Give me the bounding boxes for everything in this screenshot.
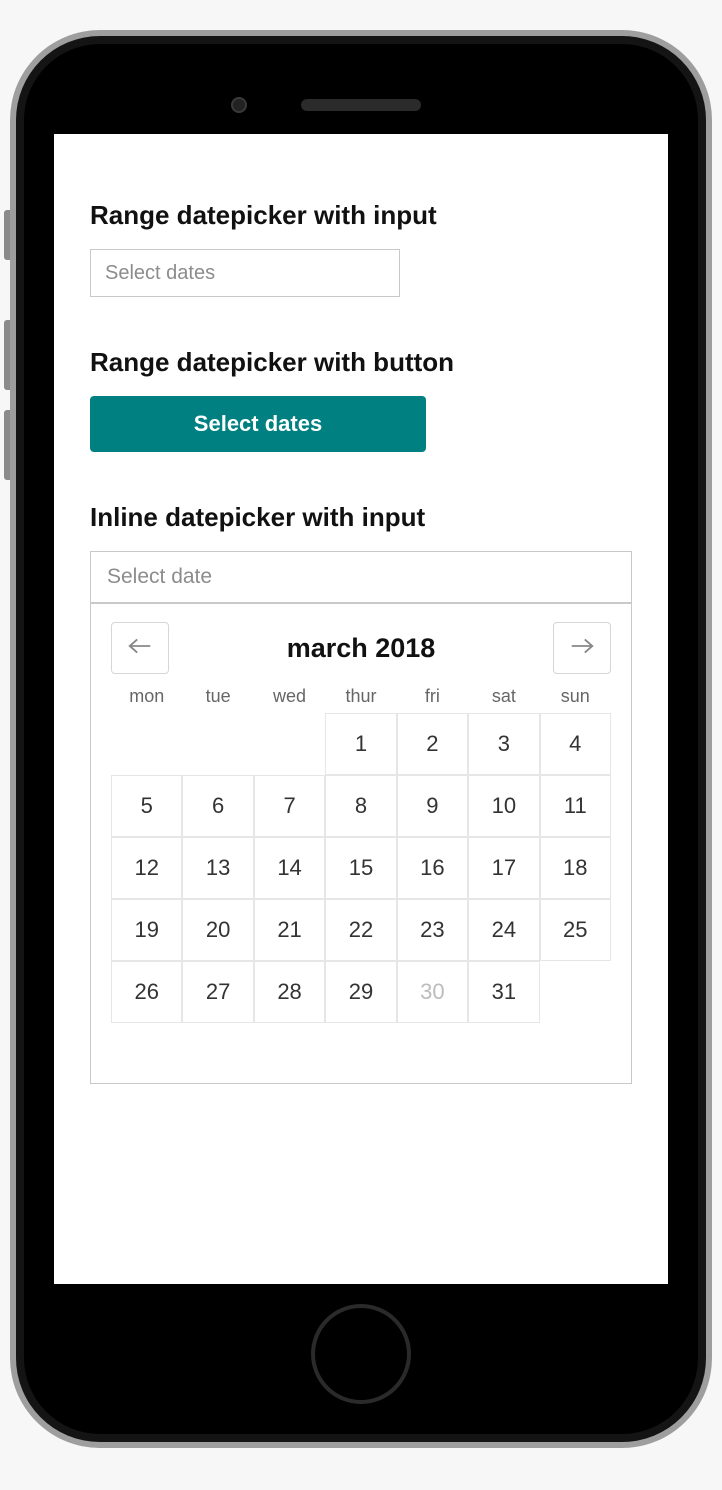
- day-cell[interactable]: 14: [254, 837, 325, 899]
- day-cell[interactable]: 16: [397, 837, 468, 899]
- day-cell[interactable]: 31: [468, 961, 539, 1023]
- phone-speaker: [301, 99, 421, 111]
- day-cell[interactable]: 28: [254, 961, 325, 1023]
- day-cell[interactable]: 21: [254, 899, 325, 961]
- day-cell[interactable]: 26: [111, 961, 182, 1023]
- day-cell[interactable]: 22: [325, 899, 396, 961]
- weekday-label: sun: [540, 686, 611, 707]
- day-cell[interactable]: 6: [182, 775, 253, 837]
- day-cell[interactable]: 9: [397, 775, 468, 837]
- day-cell[interactable]: 1: [325, 713, 396, 775]
- phone-frame: Range datepicker with input Range datepi…: [10, 30, 712, 1448]
- phone-side-button: [4, 410, 10, 480]
- day-cell[interactable]: 20: [182, 899, 253, 961]
- next-month-button[interactable]: [553, 622, 611, 674]
- phone-home-button: [311, 1304, 411, 1404]
- days-grid: 1234567891011121314151617181920212223242…: [111, 713, 611, 1023]
- screen: Range datepicker with input Range datepi…: [54, 134, 668, 1284]
- day-cell[interactable]: 5: [111, 775, 182, 837]
- day-cell[interactable]: 23: [397, 899, 468, 961]
- day-empty: [182, 713, 253, 775]
- weekday-label: wed: [254, 686, 325, 707]
- day-cell[interactable]: 8: [325, 775, 396, 837]
- range-dates-input[interactable]: [90, 249, 400, 297]
- range-button-section: Range datepicker with button Select date…: [90, 347, 632, 452]
- inline-heading: Inline datepicker with input: [90, 502, 632, 533]
- calendar: march 2018 montuewedthurfrisatsun 123456…: [91, 604, 631, 1083]
- day-cell[interactable]: 12: [111, 837, 182, 899]
- day-cell[interactable]: 19: [111, 899, 182, 961]
- range-button-heading: Range datepicker with button: [90, 347, 632, 378]
- day-cell[interactable]: 10: [468, 775, 539, 837]
- arrow-right-icon: [568, 636, 596, 661]
- day-cell[interactable]: 25: [540, 899, 611, 961]
- range-input-section: Range datepicker with input: [90, 200, 632, 297]
- day-cell[interactable]: 11: [540, 775, 611, 837]
- day-cell[interactable]: 27: [182, 961, 253, 1023]
- weekday-label: tue: [182, 686, 253, 707]
- prev-month-button[interactable]: [111, 622, 169, 674]
- inline-datepicker: march 2018 montuewedthurfrisatsun 123456…: [90, 551, 632, 1084]
- weekday-label: thur: [325, 686, 396, 707]
- day-cell[interactable]: 13: [182, 837, 253, 899]
- weekday-label: sat: [468, 686, 539, 707]
- select-dates-button[interactable]: Select dates: [90, 396, 426, 452]
- phone-side-button: [4, 320, 10, 390]
- weekday-row: montuewedthurfrisatsun: [111, 686, 611, 707]
- range-input-heading: Range datepicker with input: [90, 200, 632, 231]
- weekday-label: fri: [397, 686, 468, 707]
- day-cell[interactable]: 7: [254, 775, 325, 837]
- inline-section: Inline datepicker with input march 20: [90, 502, 632, 1084]
- day-cell[interactable]: 15: [325, 837, 396, 899]
- inline-date-input[interactable]: [91, 552, 631, 604]
- day-empty: [111, 713, 182, 775]
- calendar-header: march 2018: [111, 622, 611, 674]
- day-cell[interactable]: 2: [397, 713, 468, 775]
- calendar-title: march 2018: [287, 633, 436, 664]
- day-cell[interactable]: 29: [325, 961, 396, 1023]
- day-cell[interactable]: 17: [468, 837, 539, 899]
- day-cell[interactable]: 30: [397, 961, 468, 1023]
- day-cell[interactable]: 24: [468, 899, 539, 961]
- day-cell[interactable]: 3: [468, 713, 539, 775]
- phone-side-button: [4, 210, 10, 260]
- day-empty: [254, 713, 325, 775]
- day-cell[interactable]: 18: [540, 837, 611, 899]
- day-cell[interactable]: 4: [540, 713, 611, 775]
- weekday-label: mon: [111, 686, 182, 707]
- phone-camera: [231, 97, 247, 113]
- arrow-left-icon: [126, 636, 154, 661]
